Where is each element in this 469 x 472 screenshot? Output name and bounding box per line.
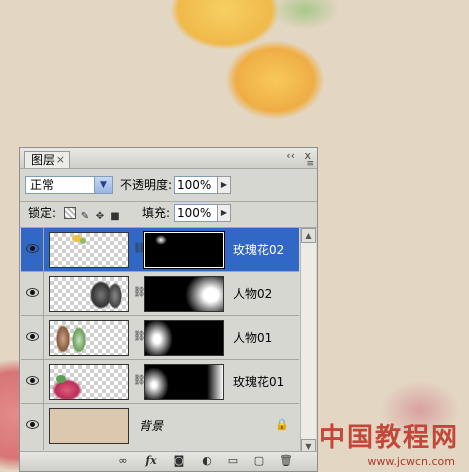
panel-bottom-toolbar: ∞ fx ◙ ◐ ▭ ▢ 🗑 bbox=[20, 451, 317, 471]
layer-name[interactable]: 人物01 bbox=[233, 329, 272, 346]
transparency-lock-icon[interactable] bbox=[64, 207, 76, 219]
layer-name[interactable]: 玫瑰花02 bbox=[233, 241, 284, 258]
layer-row[interactable]: ⛓ 玫瑰花02 bbox=[21, 228, 299, 272]
tab-label: 图层 bbox=[31, 153, 56, 167]
layer-mask-thumbnail[interactable] bbox=[144, 364, 224, 400]
new-layer-icon[interactable]: ▢ bbox=[252, 454, 266, 467]
layer-thumbnail[interactable] bbox=[49, 232, 129, 268]
layer-row[interactable]: ⛓ 人物01 bbox=[21, 316, 299, 360]
scroll-up-icon[interactable]: ▲ bbox=[301, 228, 316, 243]
layer-mask-thumbnail[interactable] bbox=[144, 276, 224, 312]
eye-icon[interactable] bbox=[26, 288, 39, 297]
layer-row[interactable]: ⛓ 玫瑰花01 bbox=[21, 360, 299, 404]
watermark-text: 中国教程网 bbox=[318, 423, 459, 453]
layer-thumbnail[interactable] bbox=[49, 364, 129, 400]
opacity-arrow-icon[interactable]: ▶ bbox=[217, 176, 231, 194]
divider bbox=[20, 201, 317, 202]
layer-list: ⛓ 玫瑰花02 ⛓ 人物02 ⛓ 人物01 ⛓ 玫瑰花01 背景 🔒 bbox=[21, 228, 299, 454]
fill-arrow-icon[interactable]: ▶ bbox=[217, 204, 231, 222]
layer-thumbnail[interactable] bbox=[49, 276, 129, 312]
layer-row[interactable]: ⛓ 人物02 bbox=[21, 272, 299, 316]
blend-mode-select[interactable]: 正常 ▼ bbox=[25, 176, 113, 194]
visibility-toggle[interactable] bbox=[21, 272, 44, 315]
opacity-value: 100% bbox=[177, 178, 212, 192]
eye-icon[interactable] bbox=[26, 332, 39, 341]
lock-icon: 🔒 bbox=[275, 418, 289, 431]
eye-icon[interactable] bbox=[26, 420, 39, 429]
fill-label: 填充: bbox=[142, 206, 171, 220]
layer-mask-thumbnail[interactable] bbox=[144, 320, 224, 356]
visibility-toggle[interactable] bbox=[21, 360, 44, 403]
layer-name[interactable]: 玫瑰花01 bbox=[233, 373, 284, 390]
eye-icon[interactable] bbox=[26, 244, 39, 253]
lock-icons: ✎ ✥ ■ bbox=[64, 207, 124, 223]
trash-icon[interactable]: 🗑 bbox=[279, 454, 293, 467]
layers-panel: 图层 × ‹‹ x ≡ 正常 ▼ 不透明度: 100% ▶ 锁定: ✎ ✥ ■ 填充… bbox=[19, 147, 318, 472]
collapse-icon[interactable]: ‹‹ bbox=[286, 149, 295, 162]
brush-lock-icon[interactable]: ✎ bbox=[79, 211, 91, 223]
fill-input[interactable]: 100% bbox=[174, 204, 218, 222]
lock-label: 锁定: bbox=[28, 206, 57, 220]
leaf-image bbox=[270, 0, 340, 30]
tab-layers[interactable]: 图层 × bbox=[24, 151, 70, 168]
fx-icon[interactable]: fx bbox=[144, 454, 158, 467]
layer-row[interactable]: 背景 🔒 bbox=[21, 404, 299, 450]
panel-tabbar: 图层 × ‹‹ x ≡ bbox=[20, 148, 317, 169]
watermark-url: www.jcwcn.com bbox=[367, 455, 455, 468]
adjustment-layer-icon[interactable]: ◐ bbox=[200, 454, 214, 467]
link-icon[interactable]: ∞ bbox=[116, 454, 130, 467]
padlock-icon[interactable]: ■ bbox=[109, 211, 121, 223]
add-mask-icon[interactable]: ◙ bbox=[172, 454, 186, 467]
opacity-label: 不透明度: bbox=[120, 178, 173, 192]
tab-close-icon[interactable]: × bbox=[56, 152, 65, 168]
layer-thumbnail[interactable] bbox=[49, 320, 129, 356]
blend-row: 正常 ▼ 不透明度: 100% ▶ bbox=[20, 175, 317, 199]
new-group-icon[interactable]: ▭ bbox=[226, 454, 240, 467]
chevron-down-icon[interactable]: ▼ bbox=[94, 177, 112, 193]
eye-icon[interactable] bbox=[26, 376, 39, 385]
layer-mask-thumbnail[interactable] bbox=[143, 231, 225, 269]
blend-mode-value: 正常 bbox=[30, 178, 55, 192]
layer-name[interactable]: 人物02 bbox=[233, 285, 272, 302]
opacity-input[interactable]: 100% bbox=[174, 176, 218, 194]
visibility-toggle[interactable] bbox=[21, 316, 44, 359]
rose-image bbox=[225, 40, 325, 120]
fill-value: 100% bbox=[177, 206, 212, 220]
layers-scrollbar[interactable]: ▲ ▼ bbox=[300, 228, 316, 454]
layer-thumbnail[interactable] bbox=[49, 408, 129, 444]
visibility-toggle[interactable] bbox=[21, 404, 44, 450]
panel-menu-icon[interactable]: ≡ bbox=[306, 159, 314, 169]
layer-name[interactable]: 背景 bbox=[139, 417, 163, 434]
move-lock-icon[interactable]: ✥ bbox=[94, 211, 106, 223]
visibility-toggle[interactable] bbox=[21, 228, 44, 271]
